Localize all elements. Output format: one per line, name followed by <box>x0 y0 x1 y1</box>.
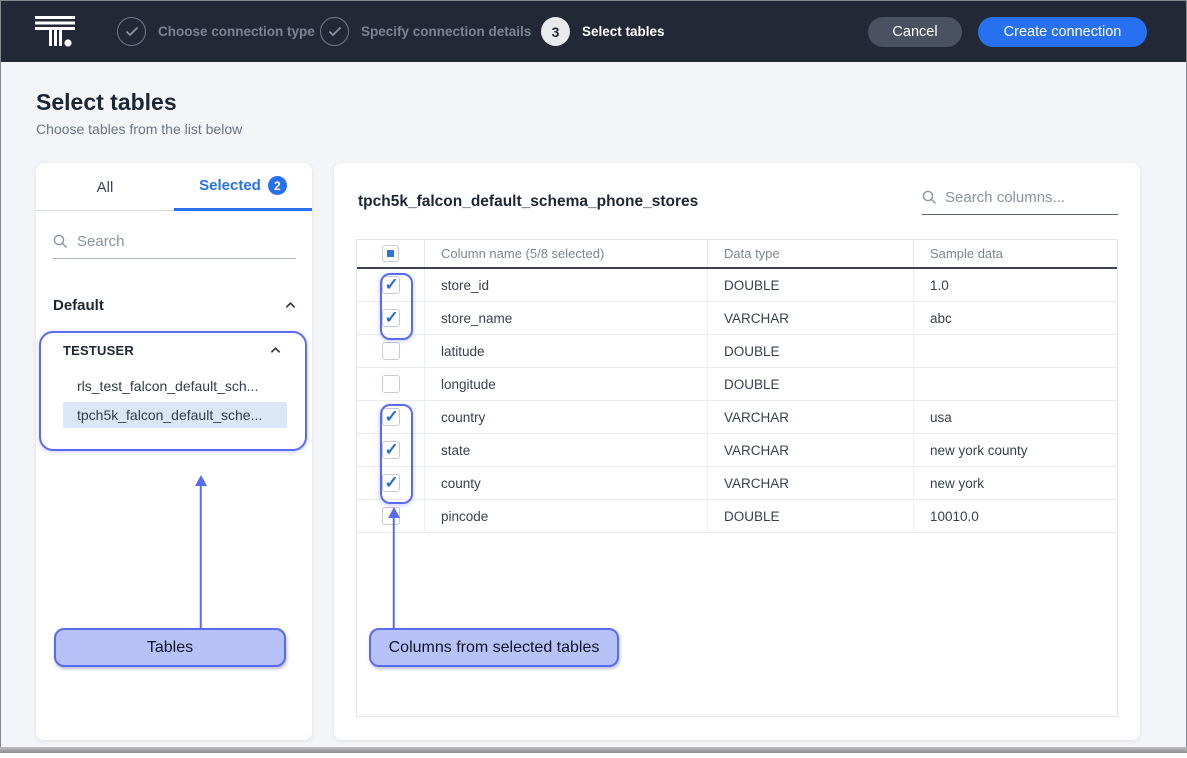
wizard-header: Choose connection type Specify connectio… <box>1 1 1186 62</box>
page-title: Select tables <box>36 89 177 116</box>
column-name-header: Column name (5/8 selected) <box>424 240 707 267</box>
row-checkbox[interactable] <box>382 408 400 426</box>
table-search-field[interactable] <box>53 229 296 259</box>
step-choose-connection-type[interactable]: Choose connection type <box>117 17 315 46</box>
table-row[interactable]: store_name VARCHAR abc <box>357 302 1117 335</box>
page-subtitle: Choose tables from the list below <box>36 121 242 137</box>
column-name-cell: latitude <box>424 335 707 367</box>
thoughtspot-logo-icon <box>35 16 77 48</box>
sample-data-cell: 1.0 <box>913 269 1117 301</box>
column-name-cell: country <box>424 401 707 433</box>
tables-sidebar: All Selected 2 Default <box>36 163 312 740</box>
schema-label: TESTUSER <box>63 343 134 358</box>
column-search-field[interactable] <box>922 187 1118 215</box>
column-name-cell: store_name <box>424 302 707 334</box>
app-window: Choose connection type Specify connectio… <box>0 0 1187 747</box>
step-label: Choose connection type <box>158 24 315 39</box>
sample-data-header: Sample data <box>913 240 1117 267</box>
schema-testuser[interactable]: TESTUSER <box>63 343 281 358</box>
cancel-button[interactable]: Cancel <box>868 17 962 47</box>
row-checkbox[interactable] <box>382 507 400 525</box>
tables-annotation-callout: Tables <box>54 628 286 667</box>
row-checkbox[interactable] <box>382 309 400 327</box>
column-name-cell: longitude <box>424 368 707 400</box>
create-connection-button[interactable]: Create connection <box>978 17 1147 47</box>
table-row[interactable]: longitude DOUBLE <box>357 368 1117 401</box>
row-checkbox[interactable] <box>382 276 400 294</box>
data-type-cell: VARCHAR <box>707 302 913 334</box>
tables-annotation-arrow <box>194 475 207 628</box>
column-name-cell: state <box>424 434 707 466</box>
tab-selected[interactable]: Selected 2 <box>174 163 312 211</box>
search-icon <box>53 234 68 249</box>
columns-table: Column name (5/8 selected) Data type Sam… <box>356 239 1118 717</box>
column-name-cell: store_id <box>424 269 707 301</box>
data-type-cell: DOUBLE <box>707 269 913 301</box>
screenshot-frame: Choose connection type Specify connectio… <box>0 0 1187 758</box>
columns-table-header: Column name (5/8 selected) Data type Sam… <box>357 240 1117 269</box>
table-list-item[interactable]: rls_test_falcon_default_sch... <box>63 373 287 399</box>
column-rows: store_id DOUBLE 1.0 store_name VARCHAR a… <box>357 269 1117 533</box>
sample-data-cell: 10010.0 <box>913 500 1117 532</box>
database-group-label: Default <box>53 297 104 314</box>
row-checkbox[interactable] <box>382 375 400 393</box>
sample-data-cell <box>913 368 1117 400</box>
table-search-input[interactable] <box>77 233 257 250</box>
table-row[interactable]: country VARCHAR usa <box>357 401 1117 434</box>
data-type-cell: VARCHAR <box>707 434 913 466</box>
data-type-cell: DOUBLE <box>707 335 913 367</box>
row-checkbox[interactable] <box>382 342 400 360</box>
column-name-cell: county <box>424 467 707 499</box>
window-bottom-shadow <box>0 747 1187 753</box>
selected-table-title: tpch5k_falcon_default_schema_phone_store… <box>358 193 698 211</box>
tab-all-label: All <box>97 179 114 196</box>
table-row[interactable]: latitude DOUBLE <box>357 335 1117 368</box>
selected-count-badge: 2 <box>268 176 287 195</box>
step-label: Specify connection details <box>361 24 531 39</box>
sample-data-cell <box>913 335 1117 367</box>
table-row[interactable]: pincode DOUBLE 10010.0 <box>357 500 1117 533</box>
database-group-default[interactable]: Default <box>53 297 296 314</box>
step-done-check-icon <box>117 17 146 46</box>
data-type-cell: DOUBLE <box>707 500 913 532</box>
step-number-badge: 3 <box>541 17 570 46</box>
data-type-header: Data type <box>707 240 913 267</box>
step-select-tables[interactable]: 3 Select tables <box>541 17 665 46</box>
sample-data-cell: usa <box>913 401 1117 433</box>
chevron-up-icon[interactable] <box>285 300 296 311</box>
column-search-input[interactable] <box>945 189 1105 206</box>
step-done-check-icon <box>320 17 349 46</box>
sample-data-cell: new york <box>913 467 1117 499</box>
row-checkbox[interactable] <box>382 441 400 459</box>
step-specify-connection-details[interactable]: Specify connection details <box>320 17 531 46</box>
tab-selected-label: Selected <box>199 177 261 194</box>
table-row[interactable]: county VARCHAR new york <box>357 467 1117 500</box>
column-name-cell: pincode <box>424 500 707 532</box>
sample-data-cell: new york county <box>913 434 1117 466</box>
row-checkbox[interactable] <box>382 474 400 492</box>
data-type-cell: VARCHAR <box>707 467 913 499</box>
table-row[interactable]: state VARCHAR new york county <box>357 434 1117 467</box>
table-row[interactable]: store_id DOUBLE 1.0 <box>357 269 1117 302</box>
sidebar-tabs: All Selected 2 <box>36 163 312 211</box>
data-type-cell: VARCHAR <box>707 401 913 433</box>
columns-panel: tpch5k_falcon_default_schema_phone_store… <box>334 163 1140 740</box>
table-list-item-selected[interactable]: tpch5k_falcon_default_sche... <box>63 402 287 428</box>
data-type-cell: DOUBLE <box>707 368 913 400</box>
tab-all[interactable]: All <box>36 163 174 211</box>
sample-data-cell: abc <box>913 302 1117 334</box>
select-all-checkbox[interactable] <box>382 245 399 262</box>
step-label: Select tables <box>582 24 665 39</box>
search-icon <box>922 190 937 205</box>
chevron-up-icon[interactable] <box>270 345 281 356</box>
